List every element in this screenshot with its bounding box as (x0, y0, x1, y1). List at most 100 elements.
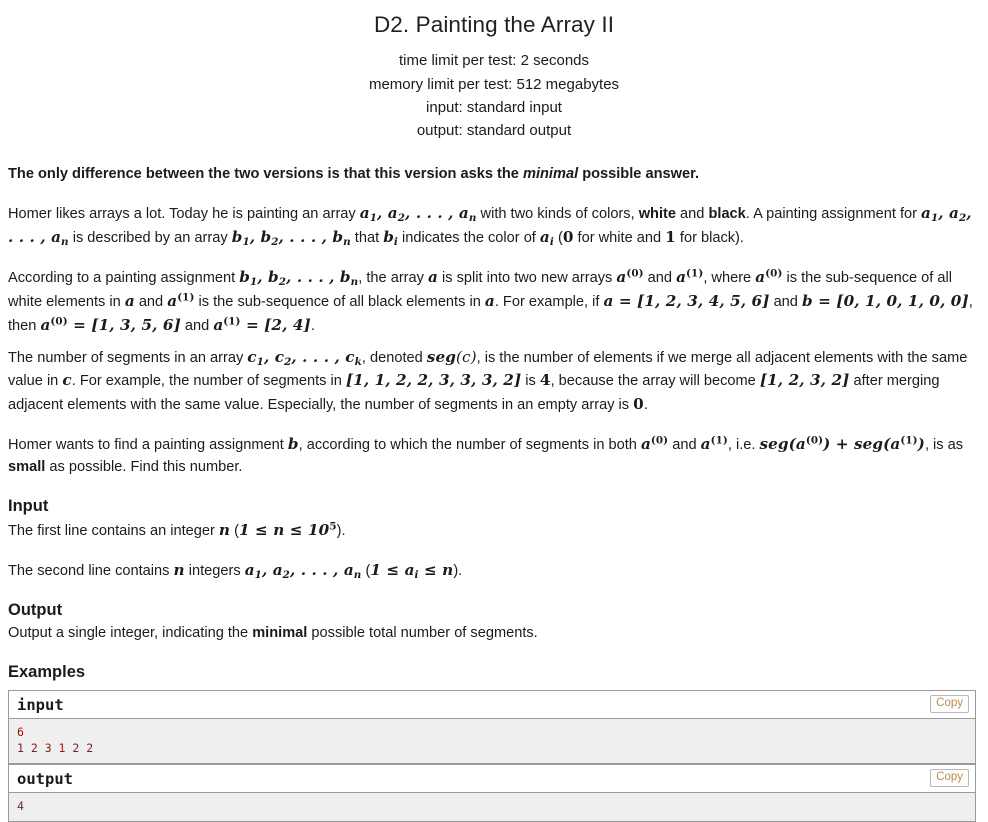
math-array-a-list-3: a1, a2, . . . , an (244, 560, 362, 581)
copy-output-button[interactable]: Copy (930, 769, 969, 788)
paragraph-goal: Homer wants to find a painting assignmen… (8, 433, 978, 479)
math-seg-sum: seg(a(0)) + seg(a(1)) (759, 434, 925, 454)
p1-black-bold: black (708, 206, 746, 223)
p1-text-d: . A painting assignment for (745, 206, 922, 223)
math-a-sup0-d: a(0) (640, 434, 669, 454)
p2-text-e: , where (703, 269, 756, 286)
p4-text-g: as possible. Find this number. (45, 459, 243, 476)
sample-test-output-block: output Copy 4 (8, 764, 976, 822)
math-a: a (428, 267, 438, 286)
p4-text-d: and (668, 437, 701, 454)
p2-text-a: According to a painting assignment (8, 269, 240, 286)
p2-text-l: and (180, 317, 214, 334)
page-title: D2. Painting the Array II (373, 12, 615, 37)
p1-text-h: ( (553, 230, 563, 247)
math-n-exponent: 5 (329, 520, 337, 533)
math-array-example-1: [1, 1, 2, 2, 3, 3, 3, 2] (345, 371, 522, 390)
math-ai-constraint-a: 1 ≤ a (370, 560, 415, 579)
math-a-sup0-c: a(0) (40, 315, 68, 334)
p2-text-h: is the sub-sequence of all black element… (194, 293, 485, 310)
p1-text-e: is described by an array (68, 230, 232, 247)
input-line-1: The first line contains an integer n (1 … (8, 519, 978, 543)
math-array-a-list: a1, a2, . . . , an (359, 204, 477, 225)
input-line2-text-b: integers (184, 562, 245, 579)
p2-text-j: and (769, 293, 802, 310)
p1-text-i: for white and (573, 230, 666, 247)
sample-output-header: output Copy (9, 765, 975, 794)
output-mode-line: output: standard output (416, 122, 572, 139)
math-array-b-list: b1, b2, . . . , bn (231, 228, 351, 248)
p1-white-bold: white (638, 206, 676, 223)
math-a-sup1-c: a(1) (213, 315, 241, 334)
sample-output-title: output (17, 770, 73, 789)
math-c: c (62, 371, 72, 390)
p4-text-f: , is as (924, 437, 964, 454)
math-example-a: a = [1, 2, 3, 4, 5, 6] (603, 291, 770, 310)
diff-note-emphasis: minimal (522, 166, 579, 183)
math-b: b (287, 435, 299, 454)
p3-text-h: , because the array will become (550, 373, 760, 390)
p2-text-g: and (134, 293, 168, 310)
input-line1-text-a: The first line contains an integer (8, 522, 219, 539)
math-result-b: = [2, 4] (245, 315, 311, 334)
p1-text-g: indicates the color of (397, 230, 540, 247)
input-line1-text-b: ( (230, 522, 239, 539)
p4-small-bold: small (8, 459, 46, 476)
p1-text-c: and (676, 206, 709, 223)
math-b-i: bi (383, 228, 398, 248)
input-line1-text-c: ). (336, 522, 346, 539)
p2-text-i: . For example, if (494, 293, 604, 310)
problem-statement-page: D2. Painting the Array II time limit per… (0, 0, 988, 822)
sample-test-input-block: input Copy 6 1 2 3 1 2 2 (8, 690, 976, 765)
math-zero-2: 0 (633, 395, 644, 414)
copy-input-button[interactable]: Copy (930, 695, 969, 714)
math-seg-function: seg (427, 348, 456, 366)
math-zero: 0 (562, 228, 574, 247)
math-a-3: a (484, 291, 495, 310)
math-seg-arg: (c) (455, 347, 477, 366)
p1-text-j: for black). (675, 230, 744, 247)
math-ai-constraint-b: ≤ n (418, 560, 454, 579)
p2-text-d: and (643, 269, 677, 286)
math-a-sup0: a(0) (616, 267, 644, 286)
p3-text-a: The number of segments in an array (8, 349, 248, 366)
math-a-sup0-b: a(0) (755, 267, 783, 286)
examples-section-heading: Examples (8, 662, 86, 681)
math-n-2: n (173, 560, 185, 579)
math-example-b: b = [0, 1, 0, 1, 0, 0] (801, 291, 969, 310)
memory-limit-line: memory limit per test: 512 megabytes (368, 75, 620, 93)
math-a-sup1-b: a(1) (167, 291, 195, 310)
input-line2-text-d: ). (453, 562, 463, 579)
p1-text-f: that (350, 230, 384, 247)
output-description: Output a single integer, indicating the … (8, 623, 978, 645)
math-four: 4 (539, 371, 551, 390)
p2-text-m: . (310, 317, 315, 334)
output-section-heading: Output (8, 600, 63, 619)
input-section-heading: Input (8, 497, 49, 516)
statement-body: The only difference between the two vers… (0, 164, 988, 822)
output-text-a: Output a single integer, indicating the (8, 624, 253, 641)
version-difference-note: The only difference between the two vers… (8, 164, 978, 186)
p4-text-c: , according to which the number of segme… (298, 437, 641, 454)
sample-output-content: 4 (9, 793, 975, 822)
paragraph-segments-definition: The number of segments in an array c1, c… (8, 346, 978, 418)
p3-text-g: is (521, 373, 540, 390)
input-line-2: The second line contains n integers a1, … (8, 559, 978, 583)
math-n: n (218, 520, 231, 539)
math-a-2: a (124, 291, 135, 310)
sample-input-title: input (17, 696, 64, 715)
math-c-list: c1, c2, . . . , ck (247, 347, 362, 368)
p2-text-b: , the array (358, 269, 429, 286)
math-a-sup1-d: a(1) (700, 434, 728, 454)
input-line2-text-c: ( (361, 562, 371, 579)
p3-text-j: . (643, 397, 648, 414)
input-mode-line: input: standard input (426, 98, 562, 116)
math-seg-name: seg (426, 347, 456, 366)
diff-note-pre: The only difference between the two vers… (8, 166, 523, 183)
math-result-a: = [1, 3, 5, 6] (73, 315, 181, 334)
problem-header: D2. Painting the Array II time limit per… (0, 0, 988, 142)
p4-text-a: Homer wants to find a painting assignmen… (8, 437, 288, 454)
math-n-constraint-text: 1 ≤ n ≤ 10 (239, 520, 330, 539)
sample-input-header: input Copy (9, 691, 975, 720)
p1-text-b: with two kinds of colors, (476, 206, 639, 223)
